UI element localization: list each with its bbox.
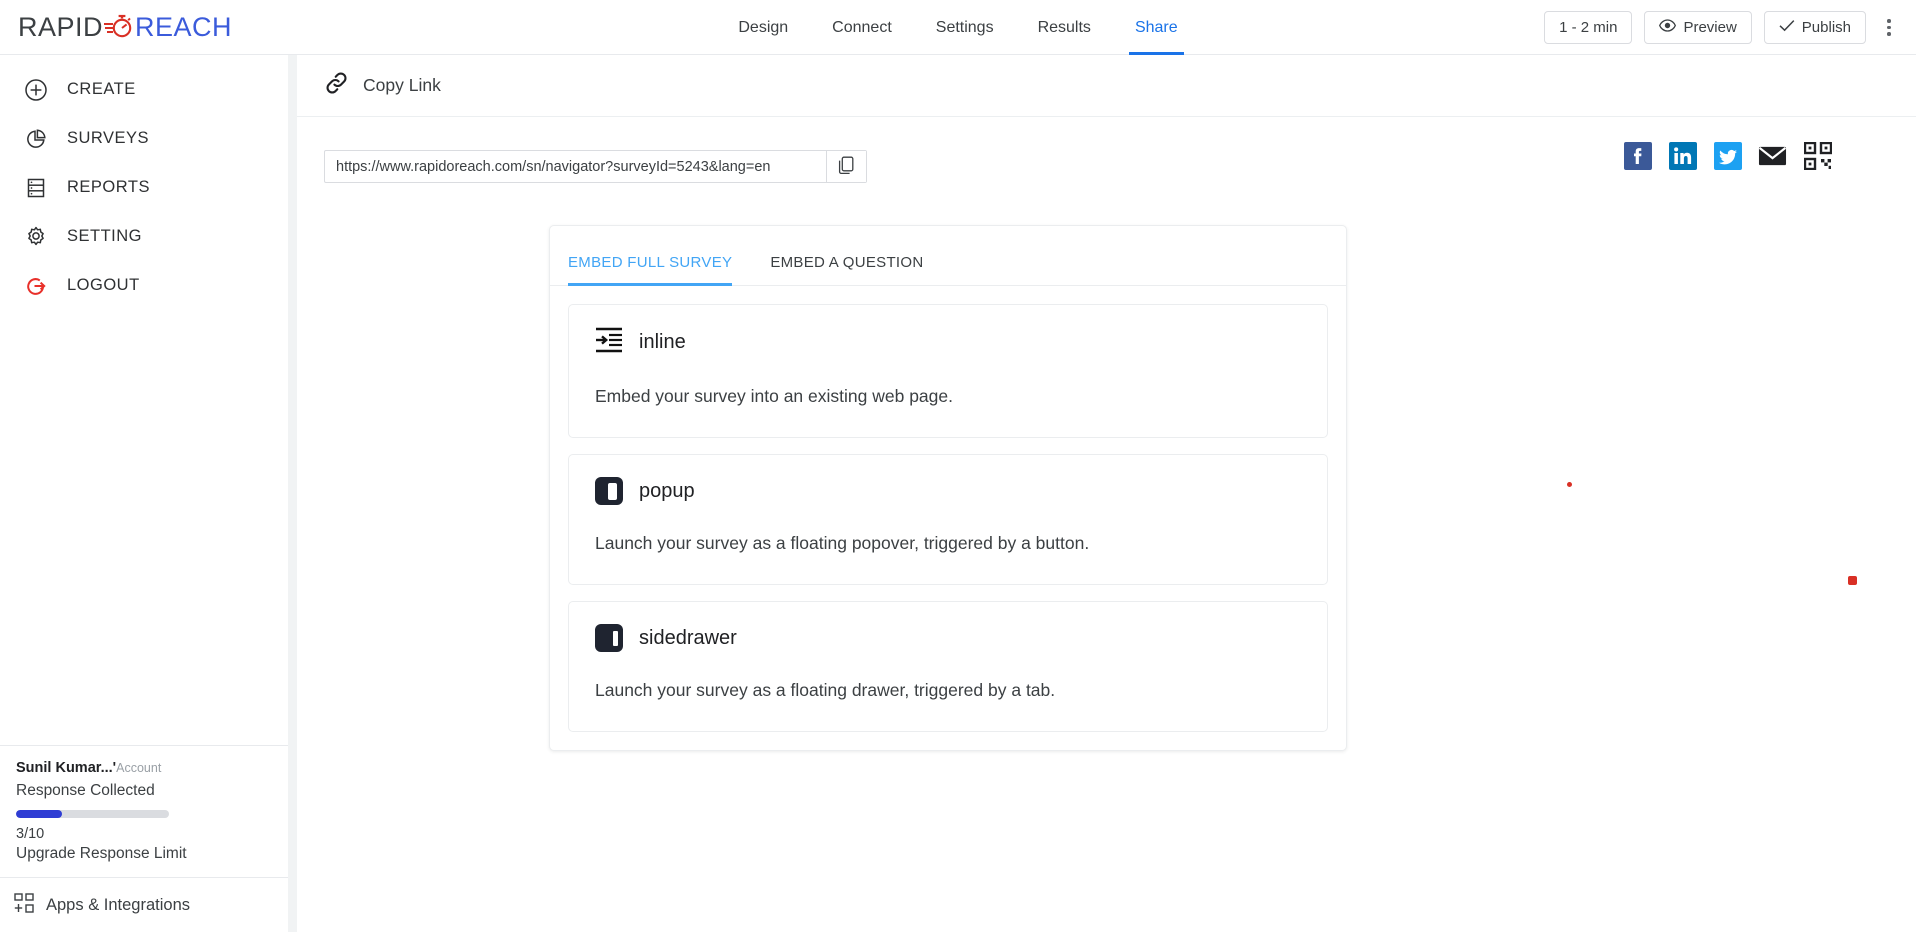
sidebar-item-label: SURVEYS [67, 129, 150, 147]
apps-grid-icon [14, 892, 34, 918]
preview-button[interactable]: Preview [1644, 11, 1752, 44]
publish-label: Publish [1801, 19, 1851, 36]
sidebar-item-reports[interactable]: REPORTS [0, 163, 288, 212]
copy-link-title: Copy Link [363, 75, 441, 95]
sidedrawer-icon-tab [612, 630, 618, 646]
more-options-icon[interactable] [1876, 10, 1902, 46]
reports-list-icon [23, 175, 49, 201]
card-header: inline [595, 327, 1301, 358]
embed-card-popup[interactable]: popup Launch your survey as a floating p… [568, 454, 1328, 585]
tab-embed-full-survey[interactable]: EMBED FULL SURVEY [568, 226, 733, 286]
facebook-share-icon[interactable] [1623, 141, 1652, 170]
linkedin-share-icon[interactable] [1668, 141, 1697, 170]
preview-label: Preview [1683, 19, 1737, 36]
card-header: sidedrawer [595, 624, 1301, 652]
publish-button[interactable]: Publish [1763, 11, 1866, 44]
embed-panel: EMBED FULL SURVEY EMBED A QUESTION inlin… [549, 225, 1347, 751]
tab-design[interactable]: Design [736, 0, 790, 55]
duration-label: 1 - 2 min [1559, 19, 1618, 36]
account-user-name: Sunil Kumar...' [16, 760, 117, 776]
qr-code-icon[interactable] [1803, 141, 1832, 170]
logo-text-secondary: REACH [135, 11, 233, 42]
toolbar-actions: 1 - 2 min Preview Publish [1544, 0, 1904, 55]
tab-embed-a-question[interactable]: EMBED A QUESTION [770, 226, 923, 285]
sidebar-item-label: LOGOUT [67, 276, 140, 294]
cursor-dot-indicator [1567, 482, 1572, 487]
plus-circle-icon [23, 77, 49, 103]
social-share-group [1623, 141, 1832, 170]
inline-embed-icon [595, 327, 623, 358]
card-header: popup [595, 477, 1301, 505]
content-area: Copy Link https://www.rapidoreach.com/sn… [297, 55, 1916, 932]
embed-card-sidedrawer[interactable]: sidedrawer Launch your survey as a float… [568, 601, 1328, 732]
copy-url-button[interactable] [826, 151, 866, 182]
apps-integrations-label: Apps & Integrations [46, 895, 191, 914]
sidebar-item-logout[interactable]: LOGOUT [0, 261, 288, 310]
app-root: RAPID REACH Design Connect Settings Resu… [0, 0, 1916, 932]
card-title: popup [639, 479, 695, 502]
card-description: Launch your survey as a floating popover… [595, 533, 1090, 553]
tab-results[interactable]: Results [1036, 0, 1093, 55]
embed-card-inline[interactable]: inline Embed your survey into an existin… [568, 304, 1328, 438]
card-title: sidedrawer [639, 626, 737, 649]
response-collected-label: Response Collected [16, 782, 155, 799]
account-panel: Sunil Kumar...'Account Response Collecte… [0, 745, 288, 877]
share-url-box [324, 150, 867, 183]
sidebar-item-setting[interactable]: SETTING [0, 212, 288, 261]
sidebar-divider [288, 55, 297, 932]
apps-integrations-item[interactable]: Apps & Integrations [0, 877, 288, 932]
email-share-icon[interactable] [1758, 141, 1787, 170]
embed-tabs: EMBED FULL SURVEY EMBED A QUESTION [550, 226, 1346, 286]
card-description: Launch your survey as a floating drawer,… [595, 680, 1056, 700]
card-title: inline [639, 331, 686, 353]
sidebar-nav: CREATE SURVEYS REPORTS SETTING LOGOUT [0, 55, 288, 310]
tab-settings[interactable]: Settings [934, 0, 996, 55]
duration-button[interactable]: 1 - 2 min [1544, 11, 1633, 44]
logout-icon [23, 273, 49, 299]
sidebar-item-label: SETTING [67, 227, 143, 245]
sidedrawer-icon [595, 624, 623, 652]
sidebar-item-label: CREATE [67, 80, 136, 98]
response-progress-bar [16, 810, 169, 818]
account-identity[interactable]: Sunil Kumar...'Account [16, 760, 272, 776]
check-icon [1779, 19, 1795, 36]
popup-icon [595, 477, 623, 505]
sidebar: CREATE SURVEYS REPORTS SETTING LOGOUT Su… [0, 55, 288, 932]
sidebar-item-create[interactable]: CREATE [0, 65, 288, 114]
notification-dot [1848, 576, 1857, 585]
logo-text-primary: RAPID [18, 11, 104, 42]
pie-chart-icon [23, 126, 49, 152]
card-description: Embed your survey into an existing web p… [595, 386, 953, 406]
link-icon [324, 71, 350, 100]
sidebar-item-surveys[interactable]: SURVEYS [0, 114, 288, 163]
account-label: Account [116, 761, 162, 775]
popup-icon-panel [607, 482, 617, 500]
eye-icon [1659, 19, 1677, 36]
response-progress-fill [16, 810, 62, 818]
top-bar: RAPID REACH Design Connect Settings Resu… [0, 0, 1916, 55]
twitter-share-icon[interactable] [1713, 141, 1742, 170]
stopwatch-icon [104, 13, 134, 41]
copy-link-header: Copy Link [297, 55, 1916, 117]
share-url-row [297, 117, 1916, 183]
tab-share[interactable]: Share [1128, 0, 1184, 55]
gear-icon [23, 224, 49, 250]
upgrade-response-limit-link[interactable]: Upgrade Response Limit [16, 845, 272, 863]
embed-card-list: inline Embed your survey into an existin… [550, 286, 1346, 750]
share-url-input[interactable] [325, 151, 826, 182]
app-logo[interactable]: RAPID REACH [18, 12, 232, 43]
sidebar-item-label: REPORTS [67, 178, 150, 196]
tab-connect[interactable]: Connect [830, 0, 894, 55]
response-count: 3/10 [16, 826, 45, 842]
copy-icon [838, 156, 855, 178]
